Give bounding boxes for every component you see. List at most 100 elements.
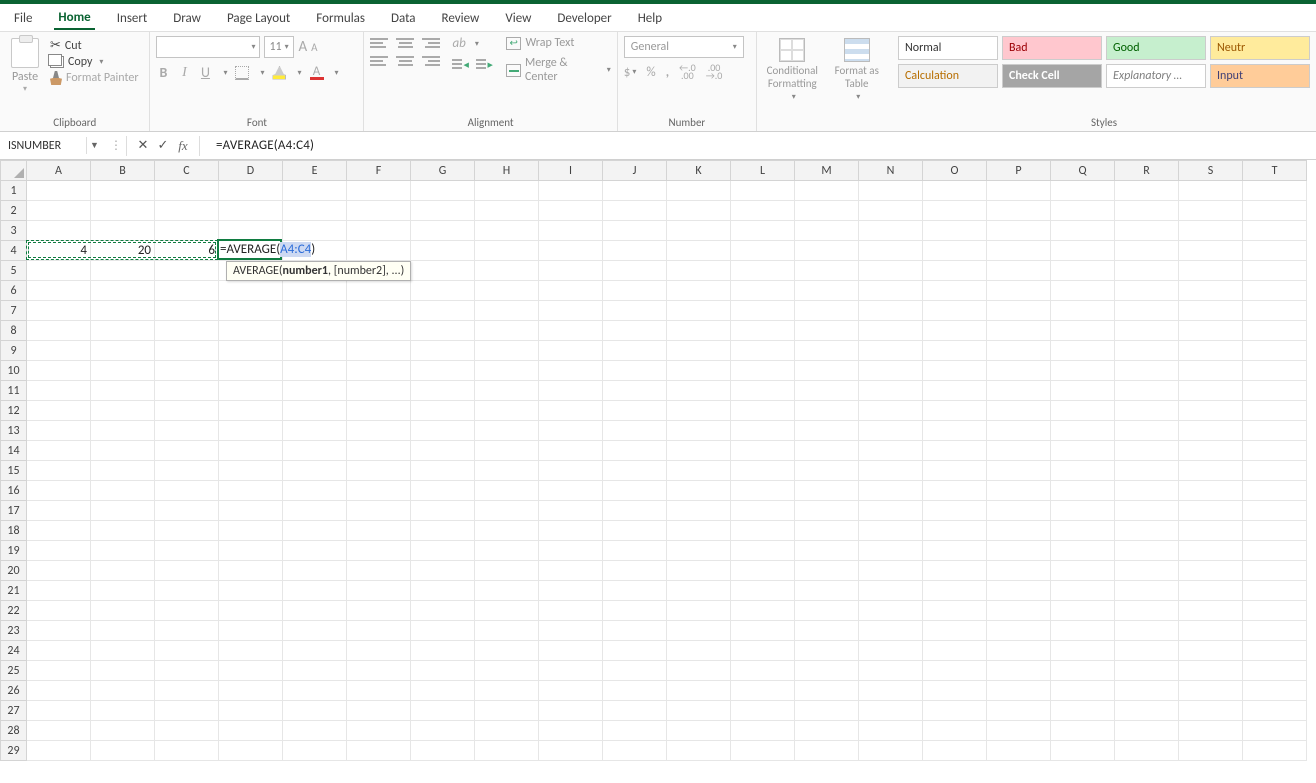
cell[interactable] — [475, 461, 539, 481]
cell[interactable] — [539, 581, 603, 601]
cell[interactable] — [923, 701, 987, 721]
cell[interactable] — [923, 681, 987, 701]
cell[interactable] — [1243, 601, 1307, 621]
cell[interactable] — [987, 521, 1051, 541]
cell[interactable] — [1179, 561, 1243, 581]
cell[interactable] — [1243, 401, 1307, 421]
cell[interactable] — [475, 641, 539, 661]
cell[interactable] — [603, 201, 667, 221]
cell[interactable] — [795, 501, 859, 521]
cell[interactable] — [475, 441, 539, 461]
cell[interactable] — [1179, 481, 1243, 501]
cell[interactable] — [1051, 561, 1115, 581]
cell[interactable] — [91, 361, 155, 381]
cell[interactable] — [987, 461, 1051, 481]
cell[interactable] — [347, 361, 411, 381]
cell[interactable] — [1179, 361, 1243, 381]
cell[interactable] — [859, 741, 923, 761]
cell[interactable] — [539, 421, 603, 441]
cell[interactable] — [411, 601, 475, 621]
cell[interactable] — [923, 521, 987, 541]
cell[interactable] — [1051, 261, 1115, 281]
cell[interactable] — [1243, 621, 1307, 641]
cell[interactable] — [27, 501, 91, 521]
cell[interactable] — [347, 181, 411, 201]
comma-format-icon[interactable]: , — [666, 65, 669, 80]
cell[interactable] — [155, 521, 219, 541]
row-header[interactable]: 29 — [1, 741, 27, 761]
cell[interactable] — [987, 301, 1051, 321]
cell[interactable] — [667, 701, 731, 721]
cell[interactable] — [219, 641, 283, 661]
cell[interactable] — [795, 201, 859, 221]
cell[interactable] — [1051, 541, 1115, 561]
cell[interactable] — [411, 221, 475, 241]
style-explanatory[interactable]: Explanatory … — [1106, 64, 1206, 88]
cell[interactable] — [27, 521, 91, 541]
cell[interactable] — [475, 321, 539, 341]
cell[interactable] — [475, 421, 539, 441]
cell[interactable] — [923, 741, 987, 761]
cell[interactable] — [27, 541, 91, 561]
cell[interactable] — [539, 741, 603, 761]
cell[interactable] — [859, 701, 923, 721]
cell[interactable] — [539, 301, 603, 321]
align-right[interactable] — [422, 54, 440, 68]
cell[interactable] — [923, 661, 987, 681]
cell[interactable] — [1243, 321, 1307, 341]
cell[interactable] — [411, 321, 475, 341]
cell[interactable] — [923, 361, 987, 381]
cell[interactable] — [91, 581, 155, 601]
cell[interactable] — [603, 241, 667, 261]
cell[interactable] — [27, 641, 91, 661]
cell[interactable] — [27, 461, 91, 481]
cell[interactable] — [347, 221, 411, 241]
cell[interactable] — [283, 201, 347, 221]
cell[interactable] — [603, 481, 667, 501]
cell[interactable] — [539, 321, 603, 341]
cell[interactable] — [603, 301, 667, 321]
cell[interactable] — [155, 501, 219, 521]
cell[interactable] — [1051, 321, 1115, 341]
cell[interactable] — [539, 501, 603, 521]
cell[interactable] — [1051, 241, 1115, 261]
row-header[interactable]: 4 — [1, 241, 27, 261]
font-size-select[interactable]: 11 ▾ — [264, 36, 294, 58]
cell[interactable] — [283, 661, 347, 681]
cell[interactable] — [1051, 301, 1115, 321]
cell[interactable] — [667, 221, 731, 241]
cell[interactable] — [1115, 541, 1179, 561]
cell[interactable] — [923, 281, 987, 301]
cell[interactable] — [475, 401, 539, 421]
cell[interactable] — [475, 721, 539, 741]
cell[interactable] — [1115, 721, 1179, 741]
cell[interactable] — [667, 181, 731, 201]
cell[interactable] — [283, 181, 347, 201]
cell[interactable] — [539, 281, 603, 301]
cell[interactable] — [859, 661, 923, 681]
wrap-text-button[interactable]: Wrap Text — [506, 36, 610, 50]
cell[interactable] — [1051, 481, 1115, 501]
cell[interactable] — [347, 321, 411, 341]
cut-button[interactable]: ✂ Cut — [50, 38, 139, 53]
cell[interactable] — [603, 441, 667, 461]
column-header[interactable]: E — [283, 161, 347, 181]
style-input[interactable]: Input — [1210, 64, 1310, 88]
cell[interactable] — [1051, 441, 1115, 461]
paste-button[interactable]: Paste ▾ — [6, 38, 44, 94]
cell[interactable] — [539, 401, 603, 421]
cell[interactable] — [923, 201, 987, 221]
column-header[interactable]: C — [155, 161, 219, 181]
format-painter-button[interactable]: Format Painter — [50, 71, 139, 85]
cell[interactable] — [923, 601, 987, 621]
cell[interactable] — [667, 381, 731, 401]
cell[interactable] — [539, 681, 603, 701]
cell[interactable] — [795, 581, 859, 601]
cell[interactable] — [795, 521, 859, 541]
cell[interactable] — [1051, 661, 1115, 681]
cell[interactable] — [859, 521, 923, 541]
chevron-down-icon[interactable]: ▾ — [260, 68, 264, 78]
cell[interactable] — [155, 701, 219, 721]
select-all-corner[interactable] — [1, 161, 27, 181]
cell[interactable] — [603, 421, 667, 441]
